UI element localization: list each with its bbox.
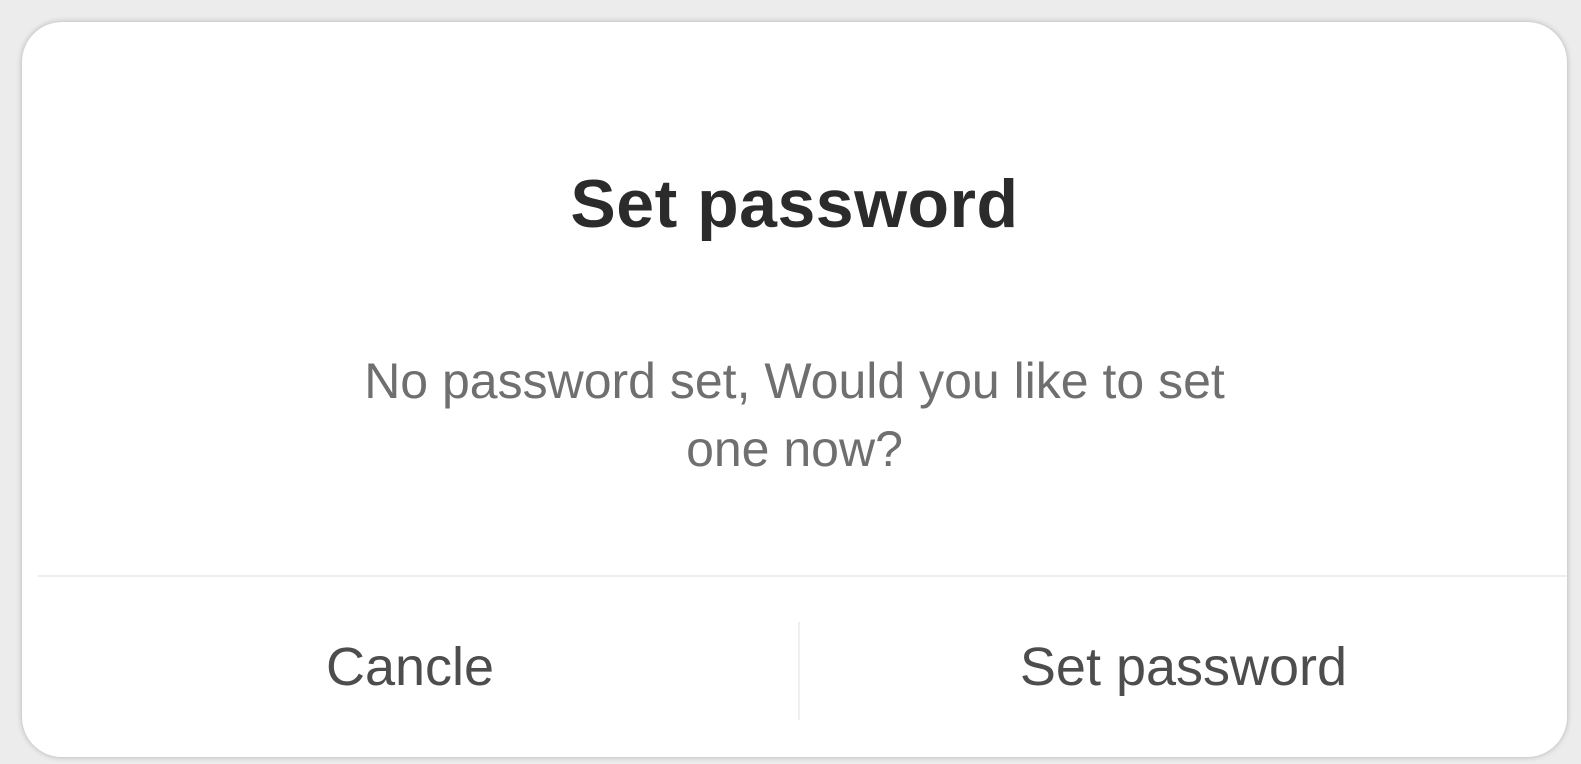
dialog-message: No password set, Would you like to set o… xyxy=(364,353,1225,477)
dialog-title: Set password xyxy=(570,166,1019,242)
cancel-button[interactable]: Cancle xyxy=(22,577,798,757)
set-password-dialog: Set password No password set, Would you … xyxy=(22,22,1567,757)
set-password-button[interactable]: Set password xyxy=(800,577,1567,757)
